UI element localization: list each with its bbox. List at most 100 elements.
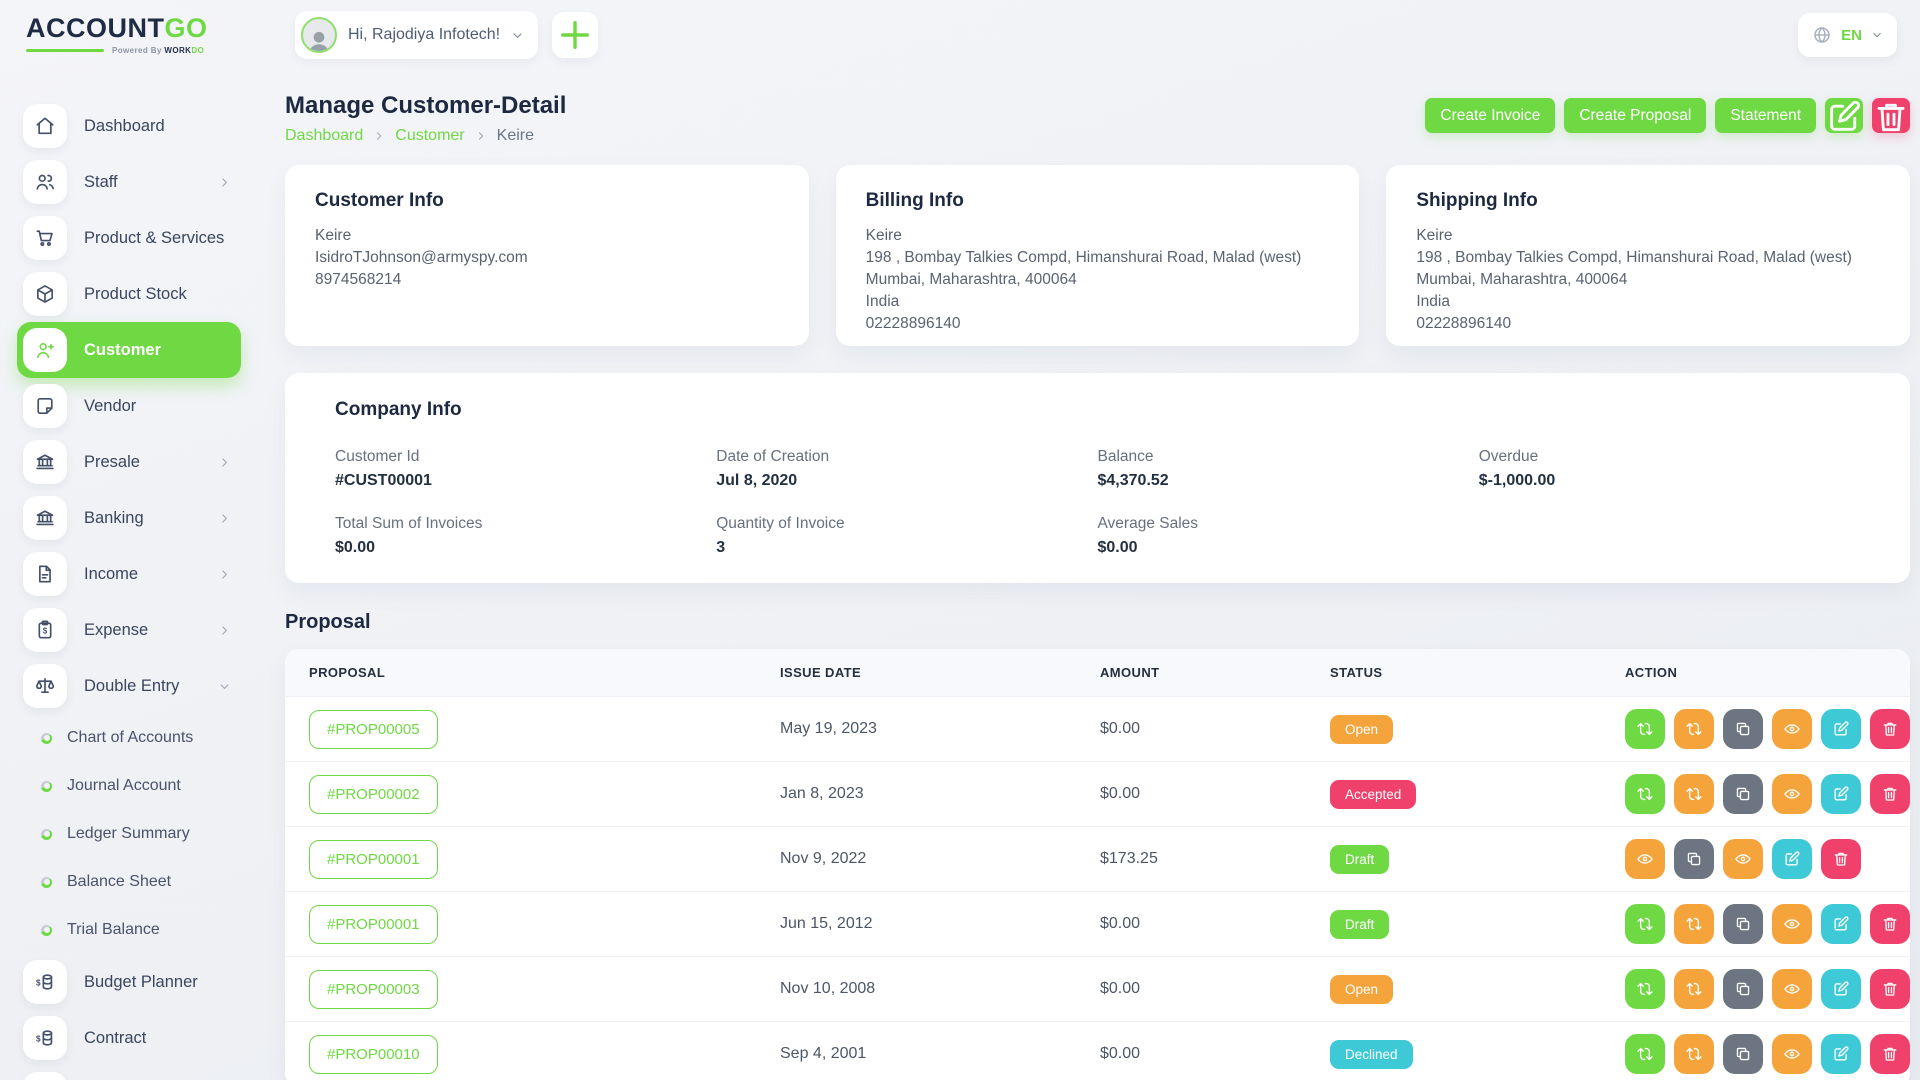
convert-button[interactable] [1625, 1034, 1665, 1074]
edit-customer-button[interactable] [1825, 98, 1863, 133]
edit-button[interactable] [1772, 839, 1812, 879]
sidebar-item-presale[interactable]: Presale [17, 434, 241, 490]
table-row: #PROP00001Nov 9, 2022$173.25Draft [285, 827, 1910, 892]
convert-button[interactable] [1674, 774, 1714, 814]
edit-button[interactable] [1821, 904, 1861, 944]
proposal-number-link[interactable]: #PROP00010 [309, 1035, 438, 1074]
sidebar-item-income[interactable]: Income [17, 546, 241, 602]
sidebar-item-staff[interactable]: Staff [17, 154, 241, 210]
edit-button[interactable] [1821, 709, 1861, 749]
customer-info-card: Customer Info KeireIsidroTJohnson@armysp… [285, 165, 809, 346]
sidebar-subitem-label: Balance Sheet [67, 873, 171, 891]
column-header-issue-date: ISSUE DATE [780, 665, 1100, 680]
view-button[interactable] [1772, 774, 1812, 814]
logo-account: ACCOUNT [26, 13, 165, 43]
file-icon [23, 552, 67, 596]
proposal-number-link[interactable]: #PROP00002 [309, 775, 438, 814]
proposal-number-link[interactable]: #PROP00005 [309, 710, 438, 749]
view-button[interactable] [1625, 839, 1665, 879]
sidebar-item-dashboard[interactable]: Dashboard [17, 98, 241, 154]
convert-button[interactable] [1674, 969, 1714, 1009]
delete-button[interactable] [1870, 969, 1910, 1009]
proposal-number-link[interactable]: #PROP00003 [309, 970, 438, 1009]
sidebar-subitem-chart-of-accounts[interactable]: Chart of Accounts [17, 714, 258, 762]
sidebar-item-customer[interactable]: Customer [17, 322, 241, 378]
convert-button[interactable] [1625, 709, 1665, 749]
trash-icon [1872, 98, 1910, 136]
status-badge: Declined [1330, 1040, 1413, 1069]
company-info-grid: Customer Id#CUST00001Date of CreationJul… [335, 448, 1860, 557]
field-value: 3 [716, 539, 1097, 557]
sidebar-item-contract[interactable]: $Contract [17, 1010, 241, 1066]
edit-button[interactable] [1821, 774, 1861, 814]
sidebar-item-product-services[interactable]: Product & Services [17, 210, 241, 266]
view-button[interactable] [1723, 839, 1763, 879]
convert-button[interactable] [1674, 1034, 1714, 1074]
statement-button[interactable]: Statement [1715, 98, 1816, 133]
issue-date-cell: Nov 10, 2008 [780, 980, 1100, 998]
view-button[interactable] [1772, 904, 1812, 944]
topbar: Hi, Rajodiya Infotech! EN [258, 0, 1920, 70]
info-line: Keire [1416, 225, 1880, 247]
duplicate-button[interactable] [1723, 969, 1763, 1009]
repeat-icon [1685, 720, 1703, 738]
convert-button[interactable] [1674, 904, 1714, 944]
issue-date-cell: Jan 8, 2023 [780, 785, 1100, 803]
create-proposal-button[interactable]: Create Proposal [1564, 98, 1706, 133]
sidebar-subitem-trial-balance[interactable]: Trial Balance [17, 906, 258, 954]
delete-button[interactable] [1870, 774, 1910, 814]
sidebar-subitem-balance-sheet[interactable]: Balance Sheet [17, 858, 258, 906]
main-content: Manage Customer-Detail Dashboard Custome… [258, 70, 1920, 1080]
sidebar-item-product-stock[interactable]: Product Stock [17, 266, 241, 322]
sidebar-subitem-journal-account[interactable]: Journal Account [17, 762, 258, 810]
sidebar-item-vendor[interactable]: Vendor [17, 378, 241, 434]
sidebar-item-item[interactable]: $ [17, 1066, 241, 1080]
duplicate-button[interactable] [1723, 774, 1763, 814]
svg-text:$: $ [36, 1034, 41, 1043]
sidebar-item-budget-planner[interactable]: $Budget Planner [17, 954, 241, 1010]
breadcrumb-link-customer[interactable]: Customer [395, 127, 464, 145]
duplicate-button[interactable] [1674, 839, 1714, 879]
convert-button[interactable] [1674, 709, 1714, 749]
user-menu[interactable]: Hi, Rajodiya Infotech! [295, 11, 538, 59]
sidebar-subitem-label: Trial Balance [67, 921, 160, 939]
view-button[interactable] [1772, 1034, 1812, 1074]
sidebar-item-label: Income [84, 565, 138, 584]
info-line: 198 , Bombay Talkies Compd, Himanshurai … [866, 247, 1330, 269]
cart-icon [23, 216, 67, 260]
status-badge: Open [1330, 715, 1393, 744]
language-selector[interactable]: EN [1798, 13, 1897, 57]
duplicate-button[interactable] [1723, 1034, 1763, 1074]
breadcrumb-link-dashboard[interactable]: Dashboard [285, 127, 363, 145]
quick-add-button[interactable] [552, 12, 598, 58]
create-invoice-button[interactable]: Create Invoice [1425, 98, 1555, 133]
edit-button[interactable] [1821, 1034, 1861, 1074]
sidebar-item-expense[interactable]: $Expense [17, 602, 241, 658]
sidebar-item-label: Product & Services [84, 229, 224, 248]
column-header-status: STATUS [1330, 665, 1625, 680]
delete-button[interactable] [1821, 839, 1861, 879]
repeat-icon [1636, 1045, 1654, 1063]
view-button[interactable] [1772, 709, 1812, 749]
view-button[interactable] [1772, 969, 1812, 1009]
duplicate-button[interactable] [1723, 709, 1763, 749]
sidebar-subitem-ledger-summary[interactable]: Ledger Summary [17, 810, 258, 858]
repeat-icon [1685, 915, 1703, 933]
convert-button[interactable] [1625, 774, 1665, 814]
delete-customer-button[interactable] [1872, 98, 1910, 133]
sidebar-item-banking[interactable]: Banking [17, 490, 241, 546]
delete-button[interactable] [1870, 709, 1910, 749]
info-line: India [866, 291, 1330, 313]
sidebar-item-label: Product Stock [84, 285, 187, 304]
convert-button[interactable] [1625, 904, 1665, 944]
convert-button[interactable] [1625, 969, 1665, 1009]
delete-button[interactable] [1870, 1034, 1910, 1074]
proposal-number-link[interactable]: #PROP00001 [309, 905, 438, 944]
proposal-number-link[interactable]: #PROP00001 [309, 840, 438, 879]
delete-button[interactable] [1870, 904, 1910, 944]
sidebar-item-double-entry[interactable]: Double Entry [17, 658, 241, 714]
plus-icon [552, 12, 598, 58]
table-row: #PROP00003Nov 10, 2008$0.00Open [285, 957, 1910, 1022]
edit-button[interactable] [1821, 969, 1861, 1009]
duplicate-button[interactable] [1723, 904, 1763, 944]
